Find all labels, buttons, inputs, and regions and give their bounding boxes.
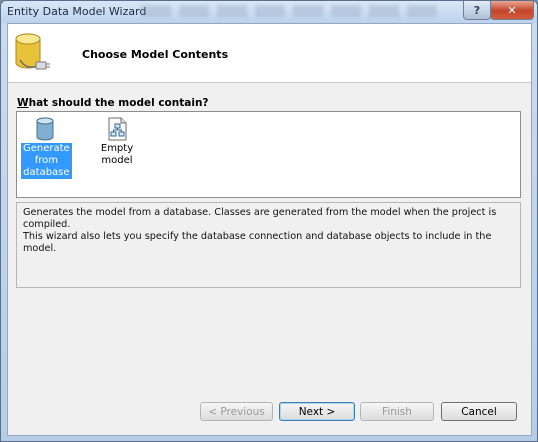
database-icon (36, 117, 54, 141)
help-button[interactable]: ? (463, 1, 491, 20)
description-line: Generates the model from a database. Cla… (23, 207, 497, 230)
description-panel: Generates the model from a database. Cla… (16, 202, 521, 288)
question-label: What should the model contain? (17, 97, 209, 109)
choice-label-line: Generate (23, 143, 70, 154)
description-line: This wizard also lets you specify the da… (23, 231, 492, 254)
previous-button[interactable]: < Previous (200, 402, 273, 421)
finish-button[interactable]: Finish (360, 402, 434, 421)
choice-label: Empty model (100, 143, 134, 166)
cancel-button[interactable]: Cancel (441, 402, 517, 421)
model-contents-list[interactable]: Generate from database Empty model (16, 111, 521, 198)
wizard-window: Entity Data Model Wizard ? ✕ Choose Mode… (0, 0, 538, 442)
background-menu-ghost (141, 5, 441, 17)
question-text: hat should the model contain? (28, 97, 209, 109)
wizard-header: Choose Model Contents (8, 24, 531, 83)
window-title: Entity Data Model Wizard (7, 5, 147, 18)
choice-empty-model[interactable]: Empty model (90, 117, 144, 167)
choice-label-line: from (34, 155, 58, 166)
next-button[interactable]: Next > (279, 402, 355, 421)
choice-label: Generate from database (21, 143, 72, 179)
accelerator-key: W (17, 97, 29, 109)
description-text: Generates the model from a database. Cla… (23, 207, 514, 255)
choice-label-line: database (23, 167, 70, 178)
wizard-client-area: Choose Model Contents What should the mo… (7, 23, 532, 436)
database-wizard-icon (15, 33, 50, 70)
title-bar[interactable]: Entity Data Model Wizard ? ✕ (1, 1, 537, 23)
page-title: Choose Model Contents (82, 48, 229, 61)
close-button[interactable]: ✕ (490, 1, 534, 20)
choice-generate-from-database[interactable]: Generate from database (21, 117, 72, 179)
empty-model-icon (108, 117, 127, 141)
